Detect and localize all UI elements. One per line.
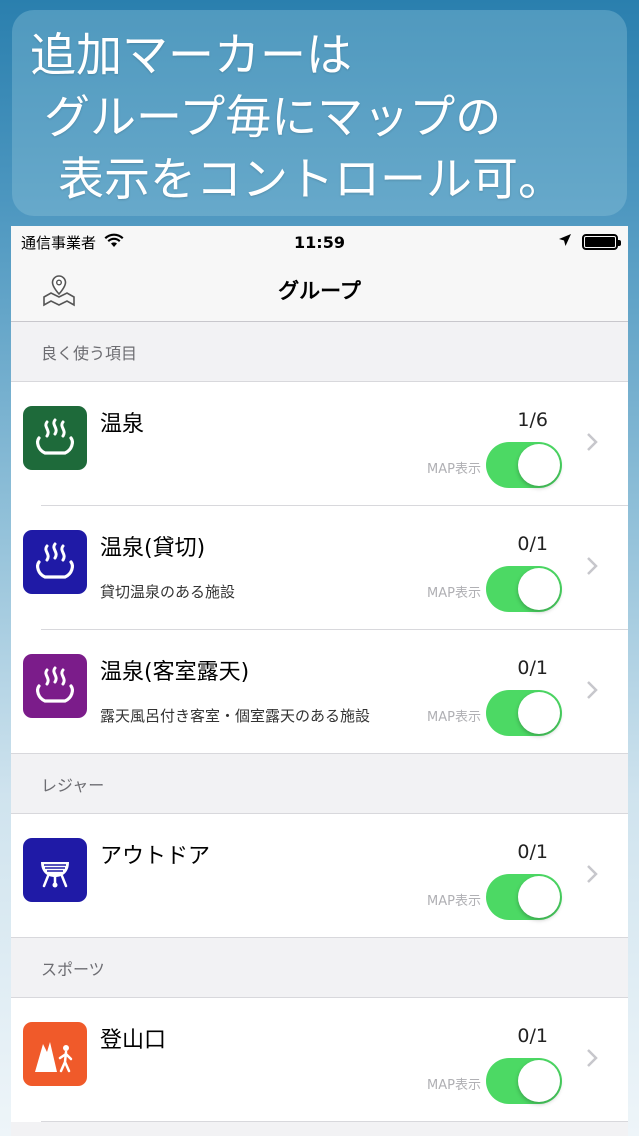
carrier-label: 通信事業者 bbox=[21, 233, 97, 252]
map-visible-toggle[interactable] bbox=[486, 690, 562, 736]
promo-banner: 追加マーカーは グループ毎にマップの 表示をコントロール可。 bbox=[12, 10, 627, 216]
map-visible-label: MAP表示 bbox=[427, 586, 481, 601]
phone-screen: 通信事業者 11:59 グループ 良く使う項目 温泉 1/6 MAP表示 温泉(… bbox=[11, 226, 628, 1136]
group-name: 温泉 bbox=[100, 412, 145, 437]
hot-spring-icon bbox=[23, 530, 87, 594]
group-row-trailhead[interactable]: 登山口 0/1 MAP表示 bbox=[11, 998, 628, 1122]
group-row-onsen-private[interactable]: 温泉(貸切) 貸切温泉のある施設 0/1 MAP表示 bbox=[11, 506, 628, 630]
group-count: 1/6 bbox=[517, 409, 548, 431]
section-header-favorites: 良く使う項目 bbox=[11, 322, 628, 382]
chevron-right-icon bbox=[586, 432, 598, 456]
map-pin-icon[interactable] bbox=[39, 272, 79, 308]
wifi-icon bbox=[104, 233, 124, 252]
location-arrow-icon bbox=[558, 233, 572, 251]
map-visible-toggle[interactable] bbox=[486, 1058, 562, 1104]
chevron-right-icon bbox=[586, 864, 598, 888]
group-name: 温泉(客室露天) bbox=[100, 660, 250, 685]
page-title: グループ bbox=[278, 278, 361, 303]
group-desc: 露天風呂付き客室・個室露天のある施設 bbox=[100, 707, 371, 725]
map-visible-toggle[interactable] bbox=[486, 566, 562, 612]
chevron-right-icon bbox=[586, 556, 598, 580]
group-row-onsen-room[interactable]: 温泉(客室露天) 露天風呂付き客室・個室露天のある施設 0/1 MAP表示 bbox=[11, 630, 628, 754]
group-count: 0/1 bbox=[517, 657, 548, 679]
section-header-leisure: レジャー bbox=[11, 754, 628, 814]
group-desc: 貸切温泉のある施設 bbox=[100, 583, 236, 601]
group-row-onsen[interactable]: 温泉 1/6 MAP表示 bbox=[11, 382, 628, 506]
banner-line-3: 表示をコントロール可。 bbox=[58, 152, 564, 206]
banner-line-1: 追加マーカーは bbox=[30, 28, 352, 82]
mountain-hiker-icon bbox=[23, 1022, 87, 1086]
banner-line-2: グループ毎にマップの bbox=[44, 90, 502, 144]
status-bar: 通信事業者 11:59 bbox=[11, 226, 628, 258]
nav-bar: グループ bbox=[11, 258, 628, 322]
map-visible-label: MAP表示 bbox=[427, 710, 481, 725]
hot-spring-icon bbox=[23, 654, 87, 718]
group-count: 0/1 bbox=[517, 533, 548, 555]
map-visible-label: MAP表示 bbox=[427, 1078, 481, 1093]
hot-spring-icon bbox=[23, 406, 87, 470]
map-visible-label: MAP表示 bbox=[427, 462, 481, 477]
chevron-right-icon bbox=[586, 1048, 598, 1072]
section-header-sports: スポーツ bbox=[11, 938, 628, 998]
map-visible-toggle[interactable] bbox=[486, 874, 562, 920]
group-name: 温泉(貸切) bbox=[100, 536, 206, 561]
map-visible-label: MAP表示 bbox=[427, 894, 481, 909]
group-name: 登山口 bbox=[100, 1028, 167, 1053]
bbq-grill-icon bbox=[23, 838, 87, 902]
group-name: アウトドア bbox=[100, 844, 211, 869]
group-count: 0/1 bbox=[517, 841, 548, 863]
map-visible-toggle[interactable] bbox=[486, 442, 562, 488]
battery-icon bbox=[582, 234, 621, 250]
chevron-right-icon bbox=[586, 680, 598, 704]
group-count: 0/1 bbox=[517, 1025, 548, 1047]
group-row-outdoor[interactable]: アウトドア 0/1 MAP表示 bbox=[11, 814, 628, 938]
